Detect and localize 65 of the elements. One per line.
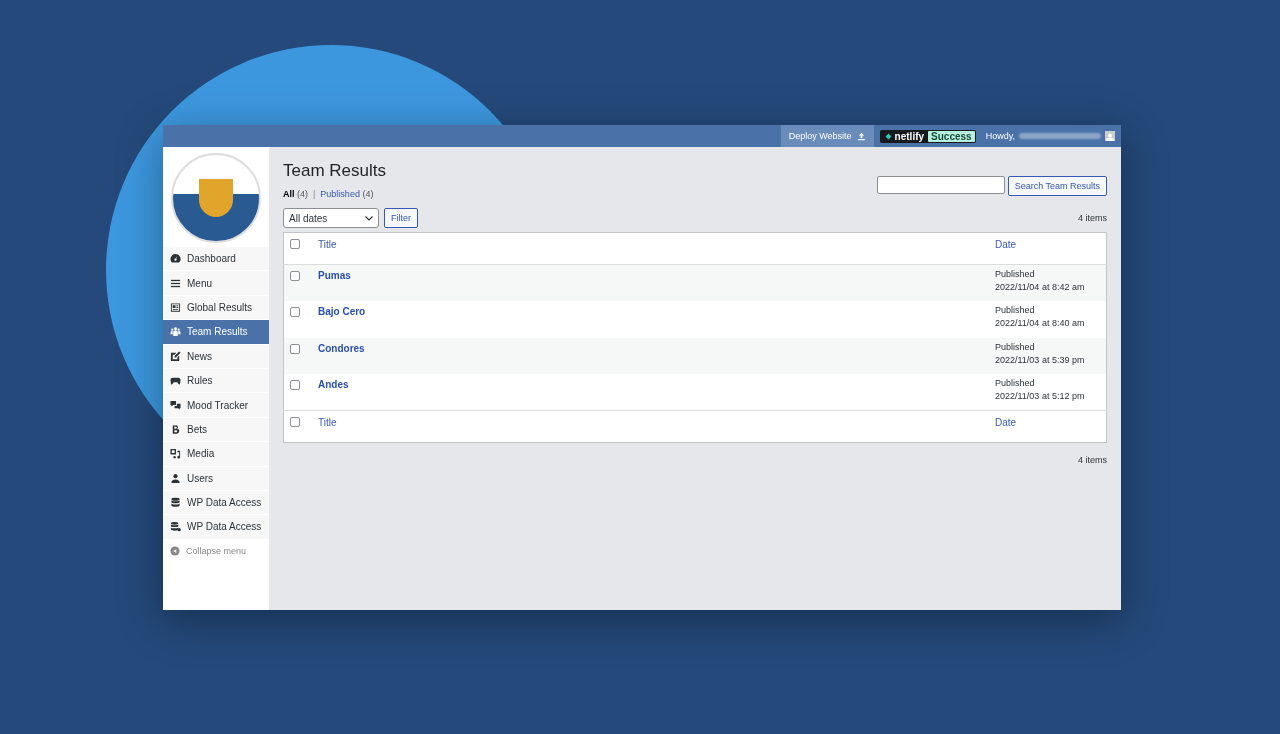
chat-bubbles-icon <box>170 399 181 411</box>
avatar-icon <box>1105 131 1115 141</box>
post-title-link[interactable]: Pumas <box>318 270 351 281</box>
checkbox[interactable] <box>290 380 300 391</box>
sidebar-item[interactable]: Mood Tracker <box>163 393 269 418</box>
search-field[interactable] <box>876 176 1005 194</box>
deploy-status-label: Success <box>928 130 975 142</box>
edit-icon <box>170 350 181 362</box>
group-icon <box>170 326 181 338</box>
collapse-menu[interactable]: Collapse menu <box>163 539 269 563</box>
upload-icon <box>856 131 866 141</box>
post-status: Published <box>995 304 1036 318</box>
greeting-text: Howdy, <box>985 131 1015 141</box>
sidebar-item[interactable]: Users <box>163 466 269 491</box>
column-header-link[interactable]: Date <box>995 417 1017 429</box>
sidebar-item[interactable]: WP Data Access <box>163 515 269 540</box>
letter-b-icon <box>170 423 181 435</box>
post-title-link[interactable]: Andes <box>318 379 349 391</box>
gamepad-icon <box>170 375 181 387</box>
items-count: 4 items <box>1078 455 1107 466</box>
sidebar-item[interactable]: Media <box>163 442 269 467</box>
sidebar-item[interactable]: Global Results <box>163 295 269 321</box>
sidebar-item[interactable]: WP Data Access <box>163 490 269 516</box>
sidebar-item[interactable]: News <box>163 344 269 369</box>
sidebar-item[interactable]: Bets <box>163 417 269 443</box>
post-status: Published <box>995 377 1036 391</box>
page-title: Team Results <box>283 161 387 181</box>
post-date: 2022/11/03 at 5:39 pm <box>995 353 1086 367</box>
post-date: 2022/11/04 at 8:40 am <box>995 317 1086 331</box>
dashboard-icon <box>170 253 181 265</box>
sidebar-item[interactable]: Team Results <box>163 320 269 345</box>
newspaper-icon <box>170 301 181 313</box>
post-status: Published <box>995 268 1036 281</box>
post-status: Published <box>995 340 1036 354</box>
post-title-link[interactable]: Bajo Cero <box>318 306 366 318</box>
sidebar-item[interactable]: Menu <box>163 271 269 296</box>
user-icon <box>170 472 181 484</box>
post-title-link[interactable]: Condores <box>318 342 365 354</box>
post-date: 2022/11/04 at 8:42 am <box>995 281 1086 294</box>
view-separator: | <box>313 189 316 199</box>
collapse-arrow-icon <box>170 546 180 557</box>
post-date: 2022/11/03 at 5:12 pm <box>995 390 1086 404</box>
media-icon <box>170 448 181 460</box>
column-header-link[interactable]: Date <box>995 239 1017 250</box>
items-count: 4 items <box>1078 213 1107 223</box>
checkbox[interactable] <box>290 307 300 318</box>
view-filter-link[interactable]: All (4) <box>283 189 308 199</box>
database-icon <box>170 521 181 533</box>
checkbox[interactable] <box>290 239 300 249</box>
view-filter-link[interactable]: Published (4) <box>320 189 374 199</box>
checkbox[interactable] <box>290 417 300 428</box>
menu-icon <box>170 277 181 289</box>
search-button[interactable]: Search Team Results <box>1007 176 1107 196</box>
chevron-down-icon <box>365 215 373 221</box>
netlify-label: netlify <box>880 130 929 142</box>
filter-button[interactable]: Filter <box>384 208 418 228</box>
sidebar-item[interactable]: Dashboard <box>163 247 269 272</box>
checkbox[interactable] <box>290 271 300 281</box>
database-icon <box>170 497 181 509</box>
column-header-link[interactable]: Title <box>318 239 337 250</box>
checkbox[interactable] <box>290 343 300 354</box>
diamond-icon <box>884 132 892 140</box>
sidebar-item[interactable]: Rules <box>163 368 269 394</box>
column-header-link[interactable]: Title <box>318 417 337 429</box>
date-dropdown[interactable]: All dates <box>283 208 379 228</box>
